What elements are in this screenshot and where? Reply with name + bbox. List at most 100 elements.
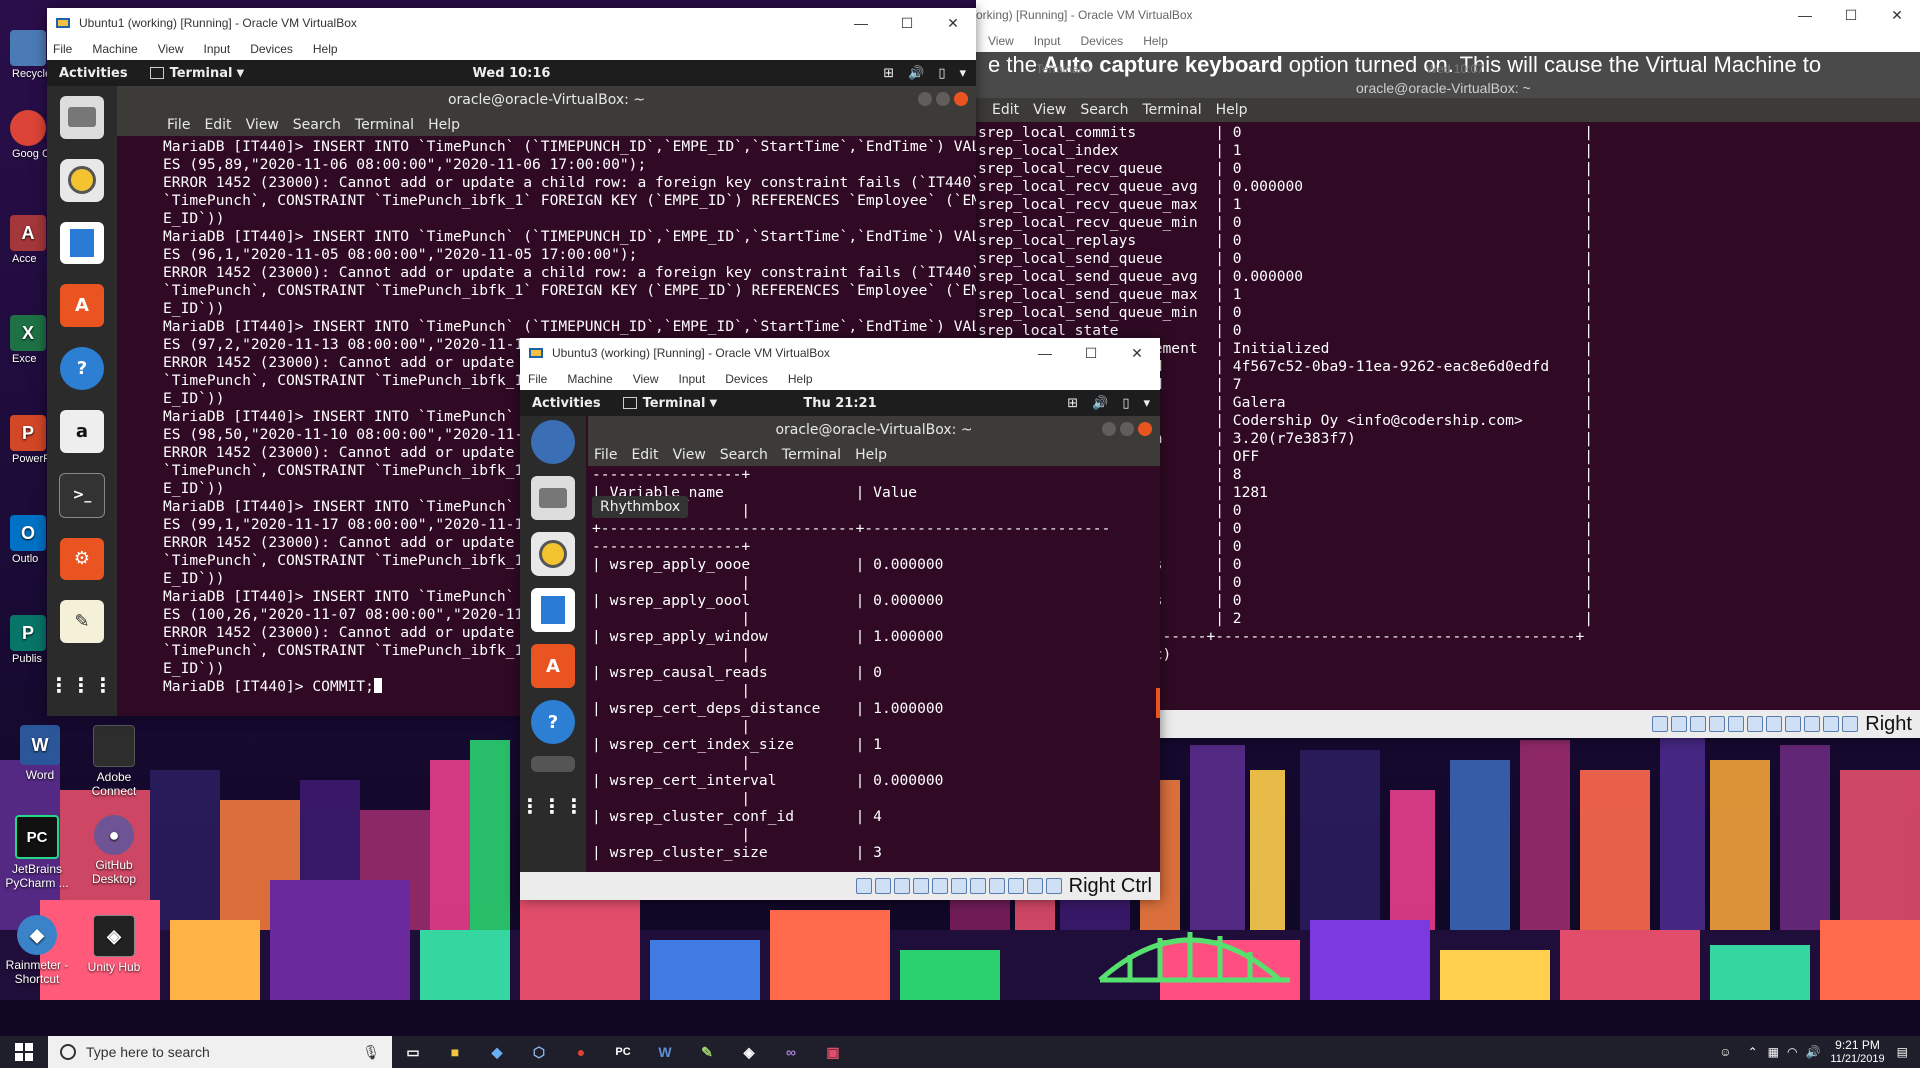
files-icon[interactable]: [531, 476, 575, 520]
terminal-title-bar[interactable]: oracle@oracle-VirtualBox: ~: [117, 86, 976, 114]
recording-status-icon[interactable]: [988, 878, 1005, 894]
display-status-icon[interactable]: [1766, 716, 1783, 732]
text-editor-icon[interactable]: ✎: [60, 600, 104, 644]
action-center-icon[interactable]: ▤: [1897, 1045, 1908, 1059]
show-applications-icon[interactable]: ⋮⋮⋮: [49, 663, 113, 706]
mouse-status-icon[interactable]: [1823, 716, 1840, 732]
shared-folder-status-icon[interactable]: [950, 878, 967, 894]
network-icon[interactable]: ⊞: [883, 66, 894, 81]
rhythmbox-icon[interactable]: [60, 158, 104, 202]
keyboard-status-icon[interactable]: [1842, 716, 1859, 732]
menu-help[interactable]: Help: [1143, 34, 1168, 48]
shared-folder-status-icon[interactable]: [1747, 716, 1764, 732]
minimize-button[interactable]: —: [1022, 338, 1068, 368]
activities-button[interactable]: Activities: [532, 396, 601, 411]
menu-file[interactable]: File: [528, 372, 547, 386]
term-menu-terminal[interactable]: Terminal: [355, 117, 414, 133]
vbox-title-bar[interactable]: orking) [Running] - Oracle VM VirtualBox…: [976, 0, 1920, 30]
maximize-button[interactable]: ☐: [1828, 0, 1874, 30]
menu-help[interactable]: Help: [788, 372, 813, 386]
chevron-down-icon[interactable]: ▾: [1143, 396, 1150, 411]
mouse-status-icon[interactable]: [1026, 878, 1043, 894]
term-menu-search[interactable]: Search: [1080, 102, 1128, 118]
pycharm-taskbar-icon[interactable]: PC: [602, 1036, 644, 1068]
desktop-icon-adobe-connect[interactable]: Adobe Connect: [74, 725, 154, 798]
term-menu-view[interactable]: View: [1033, 102, 1066, 118]
optical-status-icon[interactable]: [874, 878, 891, 894]
desktop-icon-pycharm[interactable]: PC JetBrains PyCharm ...: [0, 815, 77, 890]
chevron-up-icon[interactable]: ⌃: [1748, 1045, 1758, 1059]
term-menu-edit[interactable]: Edit: [631, 447, 658, 463]
recording-status-icon[interactable]: [1785, 716, 1802, 732]
term-menu-view[interactable]: View: [246, 117, 279, 133]
desktop-icon-word[interactable]: W Word: [0, 725, 80, 782]
show-applications-icon[interactable]: ⋮⋮⋮: [520, 784, 584, 828]
maximize-button[interactable]: [1120, 422, 1134, 436]
rhythmbox-icon[interactable]: [531, 532, 575, 576]
menu-machine[interactable]: Machine: [92, 42, 137, 56]
minimize-button[interactable]: —: [1782, 0, 1828, 30]
desktop-icon-outlook[interactable]: O Outlo: [0, 515, 48, 565]
network-icon[interactable]: ⊞: [1067, 396, 1078, 411]
minimize-button[interactable]: —: [838, 8, 884, 38]
term-menu-search[interactable]: Search: [293, 117, 341, 133]
battery-icon[interactable]: ▯: [1122, 396, 1129, 411]
term-menu-help[interactable]: Help: [855, 447, 887, 463]
desktop-icon-unity-hub[interactable]: ◈ Unity Hub: [74, 915, 154, 974]
system-tray[interactable]: ⊞ 🔊 ▯ ▾: [1067, 390, 1150, 416]
menu-devices[interactable]: Devices: [725, 372, 768, 386]
audio-status-icon[interactable]: [893, 878, 910, 894]
amazon-icon[interactable]: a: [60, 409, 104, 453]
desktop-icon-chrome[interactable]: Goog Chro: [0, 110, 48, 160]
term-menu-file[interactable]: File: [594, 447, 617, 463]
settings-icon[interactable]: ⚙: [60, 537, 104, 581]
word-taskbar-icon[interactable]: W: [644, 1036, 686, 1068]
maximize-button[interactable]: ☐: [1068, 338, 1114, 368]
display-status-icon[interactable]: [969, 878, 986, 894]
menu-input[interactable]: Input: [679, 372, 706, 386]
usb-status-icon[interactable]: [931, 878, 948, 894]
vbox-title-bar[interactable]: Ubuntu3 (working) [Running] - Oracle VM …: [520, 338, 1160, 368]
files-icon[interactable]: [60, 96, 104, 139]
hdd-status-icon[interactable]: [855, 878, 872, 894]
notification-app-taskbar-icon[interactable]: ▣: [812, 1036, 854, 1068]
desktop-icon-excel[interactable]: X Exce: [0, 315, 48, 365]
help-icon[interactable]: ?: [60, 347, 104, 390]
microphone-icon[interactable]: 🎙: [362, 1044, 380, 1061]
close-button[interactable]: ✕: [1114, 338, 1160, 368]
notepad-taskbar-icon[interactable]: ✎: [686, 1036, 728, 1068]
keyboard-status-icon[interactable]: [1045, 878, 1062, 894]
menu-help[interactable]: Help: [313, 42, 338, 56]
close-button[interactable]: [954, 92, 968, 106]
file-explorer-icon[interactable]: ■: [434, 1036, 476, 1068]
minimize-button[interactable]: [1102, 422, 1116, 436]
app-menu[interactable]: Terminal ▼: [149, 66, 244, 81]
term-menu-view[interactable]: View: [673, 447, 706, 463]
menu-machine[interactable]: Machine: [567, 372, 612, 386]
clock[interactable]: Wed 10:16: [473, 66, 551, 81]
term-menu-help[interactable]: Help: [428, 117, 460, 133]
start-button[interactable]: [0, 1036, 48, 1068]
cpu-status-icon[interactable]: [1804, 716, 1821, 732]
desktop-icon-powerpoint[interactable]: P PowerP: [0, 415, 48, 465]
desktop-icon-rainmeter[interactable]: ◆ Rainmeter - Shortcut: [0, 915, 77, 986]
clock[interactable]: 9:21 PM 11/21/2019: [1830, 1038, 1884, 1066]
vbox-window-ubuntu3[interactable]: Ubuntu3 (working) [Running] - Oracle VM …: [520, 338, 1160, 900]
maximize-button[interactable]: [936, 92, 950, 106]
volume-icon[interactable]: 🔊: [908, 66, 924, 81]
close-button[interactable]: [1138, 422, 1152, 436]
terminal-scrollbar[interactable]: [1156, 688, 1160, 718]
virtualbox-taskbar-icon[interactable]: ⬡: [518, 1036, 560, 1068]
battery-icon[interactable]: ▯: [938, 66, 945, 81]
menu-view[interactable]: View: [988, 34, 1014, 48]
libreoffice-writer-icon[interactable]: [60, 221, 104, 265]
menu-view[interactable]: View: [633, 372, 659, 386]
network-icon[interactable]: ▦: [1768, 1045, 1779, 1059]
system-tray[interactable]: ⊞ 🔊 ▯ ▾: [883, 60, 966, 86]
term-menu-file[interactable]: File: [167, 117, 190, 133]
close-button[interactable]: ✕: [930, 8, 976, 38]
term-menu-help[interactable]: Help: [1216, 102, 1248, 118]
rainmeter-taskbar-icon[interactable]: ◆: [476, 1036, 518, 1068]
ubuntu-software-icon[interactable]: A: [531, 644, 575, 688]
unity-taskbar-icon[interactable]: ◈: [728, 1036, 770, 1068]
